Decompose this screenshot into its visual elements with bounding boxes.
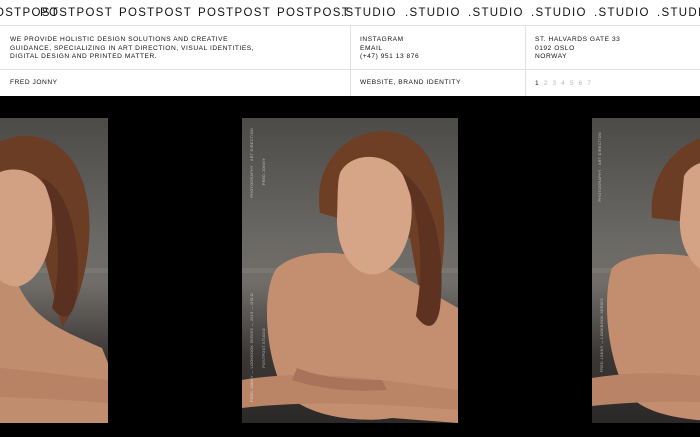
page-link[interactable]: 4: [561, 80, 566, 87]
column-divider: [350, 26, 351, 96]
slide-caption: PHOTOGRAPHY · ART DIRECTION: [250, 128, 254, 198]
ticker-word: .STUDIO: [657, 7, 700, 19]
page-link[interactable]: 7: [587, 80, 592, 87]
project-client: FRED JONNY: [10, 79, 58, 86]
ticker-word: .STUDIO: [531, 7, 587, 19]
description-line: DIGITAL DESIGN AND PRINTED MATTER.: [10, 53, 158, 61]
slide-caption: POSTPOST.STUDIO: [262, 328, 266, 368]
ticker-word: POSTPOST: [198, 7, 272, 19]
carousel-slide-active[interactable]: PHOTOGRAPHY · ART DIRECTION FRED JONNY F…: [242, 118, 458, 423]
address-country: NORWAY: [535, 53, 568, 61]
pagination: 1 2 3 4 5 6 7: [535, 80, 593, 88]
page-link[interactable]: 2: [544, 80, 549, 87]
ticker-word: .STUDIO: [468, 7, 524, 19]
instagram-link[interactable]: INSTAGRAM: [360, 36, 419, 45]
email-link[interactable]: EMAIL: [360, 45, 419, 54]
project-services: WEBSITE, BRAND IDENTITY: [360, 79, 461, 86]
page-link[interactable]: 6: [579, 80, 584, 87]
address-block: ST. HALVARDS GATE 33 0192 OSLO NORWAY: [535, 36, 620, 62]
studio-description: WE PROVIDE HOLISTIC DESIGN SOLUTIONS AND…: [10, 36, 254, 62]
slide-caption: FRED JONNY — LOOKBOOK SERIES: [600, 298, 604, 373]
contact-block: INSTAGRAM EMAIL (+47) 951 13 876: [360, 36, 419, 62]
row-divider: [0, 69, 700, 70]
slide-caption: FRED JONNY: [262, 158, 266, 185]
image-carousel[interactable]: PHOTOGRAPHY · ART DIRECTION FRED JONNY F…: [0, 96, 700, 437]
carousel-slide[interactable]: [0, 118, 108, 423]
model-photo: [242, 131, 458, 423]
page-link[interactable]: 3: [552, 80, 557, 87]
phone-link[interactable]: (+47) 951 13 876: [360, 53, 419, 62]
ticker-word: POSTPOST: [119, 7, 193, 19]
address-postal: 0192 OSLO: [535, 44, 575, 52]
column-divider: [525, 26, 526, 96]
ticker-word: POSTPOST: [40, 7, 114, 19]
ticker-word: .STUDIO: [405, 7, 461, 19]
marquee-header: POSTPOST POSTPOST POSTPOST POSTPOST POST…: [0, 0, 700, 26]
ticker-word: .STUDIO: [594, 7, 650, 19]
ticker-word: .STUDIO: [341, 7, 397, 19]
description-line: WE PROVIDE HOLISTIC DESIGN SOLUTIONS AND…: [10, 36, 229, 43]
carousel-slide[interactable]: PHOTOGRAPHY · ART DIRECTION FRED JONNY —…: [592, 118, 700, 423]
slide-caption: FRED JONNY — LOOKBOOK SERIES — 2019 — OS…: [250, 293, 254, 403]
address-street: ST. HALVARDS GATE 33: [535, 36, 621, 43]
slide-caption: PHOTOGRAPHY · ART DIRECTION: [598, 132, 602, 202]
model-photo: [0, 135, 108, 423]
info-panel: WE PROVIDE HOLISTIC DESIGN SOLUTIONS AND…: [0, 26, 700, 96]
description-line: GUIDANCE, SPECIALIZING IN ART DIRECTION,…: [10, 44, 255, 52]
page-link-current[interactable]: 1: [535, 80, 540, 87]
ticker-word: POSTPOST: [277, 7, 351, 19]
model-photo: [592, 138, 700, 421]
page-link[interactable]: 5: [570, 80, 575, 87]
